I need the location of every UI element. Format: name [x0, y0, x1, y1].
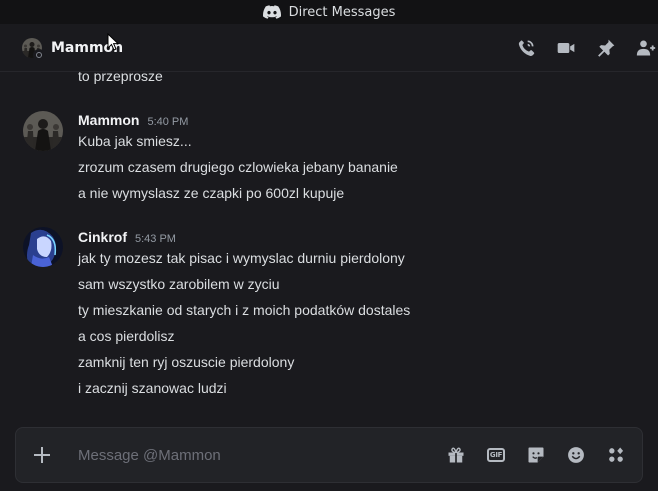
gif-icon: GIF [487, 448, 505, 462]
apps-icon [609, 447, 624, 462]
avatar-image [23, 227, 63, 267]
video-call-button[interactable] [554, 36, 578, 60]
voice-call-button[interactable] [514, 36, 538, 60]
plus-icon [34, 447, 50, 463]
dm-avatar[interactable] [22, 37, 45, 61]
message-line: to przeprosze [78, 72, 163, 84]
header-actions [514, 24, 658, 72]
message-header: Mammon 5:40 PM [78, 112, 188, 128]
add-friends-to-dm-button[interactable] [634, 36, 658, 60]
message-list[interactable]: to przeprosze Mammon 5:40 PM Kuba jak sm… [0, 72, 658, 417]
sticker-button[interactable] [524, 443, 548, 467]
message-composer: GIF [15, 427, 643, 483]
message-avatar-cinkrof[interactable] [23, 227, 63, 267]
message-timestamp: 5:40 PM [147, 116, 189, 128]
pinned-messages-button[interactable] [594, 36, 618, 60]
message-header: Cinkrof 5:43 PM [78, 229, 176, 245]
window-title: Direct Messages [288, 4, 396, 20]
sticker-icon [528, 447, 544, 463]
pin-icon [598, 39, 615, 57]
gift-button[interactable] [444, 443, 468, 467]
message-line: ty mieszkanie od starych i z moich podat… [78, 302, 411, 318]
avatar-image [23, 111, 63, 151]
composer-tools: GIF [444, 443, 628, 467]
message-line: zamknij ten ryj oszuscie pierdolony [78, 354, 295, 370]
message-line: zrozum czasem drugiego czlowieka jebany … [78, 159, 398, 175]
message-avatar-mammon[interactable] [23, 111, 63, 151]
mouse-cursor-icon [107, 33, 119, 51]
offline-status-icon [33, 48, 45, 61]
message-timestamp: 5:43 PM [135, 233, 176, 245]
message-line: a cos pierdolisz [78, 328, 175, 344]
window-titlebar: Direct Messages [0, 0, 658, 24]
apps-button[interactable] [604, 443, 628, 467]
message-author[interactable]: Mammon [78, 112, 139, 128]
message-line: jak ty mozesz tak pisac i wymyslac durni… [78, 250, 405, 266]
video-call-icon [557, 43, 575, 53]
message-line: sam wszystko zarobilem w zyciu [78, 276, 280, 292]
discord-logo-icon [262, 5, 281, 19]
gif-button[interactable]: GIF [484, 443, 508, 467]
emoji-button[interactable] [564, 443, 588, 467]
message-line: i zacznij szanowac ludzi [78, 380, 227, 396]
upload-button[interactable] [30, 443, 54, 467]
emoji-icon [568, 447, 584, 463]
message-input[interactable] [78, 444, 418, 466]
voice-call-icon [518, 40, 535, 56]
gift-icon [448, 447, 464, 463]
message-line: Kuba jak smiesz... [78, 133, 192, 149]
channel-header: Mammon [0, 24, 658, 72]
message-line: a nie wymyslasz ze czapki po 600zl kupuj… [78, 185, 345, 201]
add-friend-icon [636, 40, 656, 56]
message-author[interactable]: Cinkrof [78, 229, 127, 245]
